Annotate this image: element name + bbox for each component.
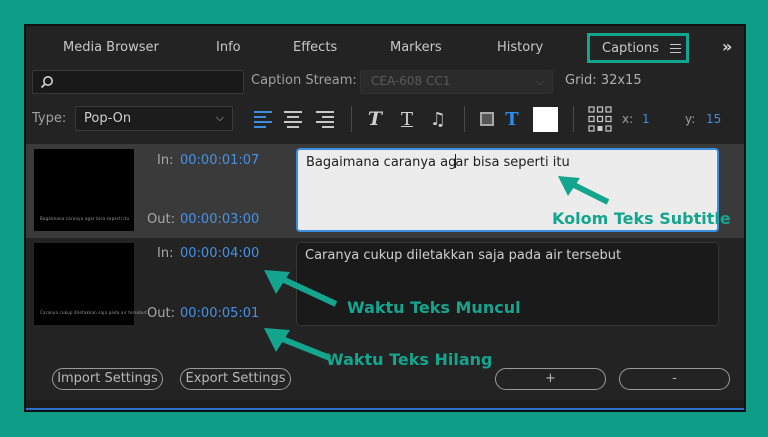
background-color-icon [480,112,494,126]
tab-captions[interactable]: Captions [587,33,689,63]
text-color-icon: T [505,108,519,130]
panel-menu-icon[interactable] [670,44,681,53]
caption-thumbnail: Caranya cukup diletakkan saja pada air t… [34,243,146,325]
align-right-button[interactable] [314,108,336,130]
align-left-button[interactable] [252,108,274,130]
out-label: Out: [147,306,175,321]
align-center-button[interactable] [282,108,304,130]
out-time[interactable]: 00:00:03:00 [180,212,259,227]
out-label: Out: [147,212,175,227]
annotation-time-appear: Waktu Teks Muncul [347,298,521,317]
align-left-icon [254,110,272,128]
caption-row[interactable]: Caranya cukup diletakkan saja pada air t… [26,238,744,332]
type-label: Type: [32,111,67,126]
chevron-down-icon: ⌵ [215,111,224,124]
background-color-button[interactable] [477,108,497,130]
color-swatch[interactable] [533,107,558,132]
music-note-icon: ♫ [429,108,447,130]
tab-info[interactable]: Info [216,40,241,55]
tab-history[interactable]: History [497,40,543,55]
annotation-time-disappear: Waktu Teks Hilang [326,350,493,369]
caption-thumbnail: Bagaimana caranya agar bisa seperti itu [34,149,134,231]
caption-stream-label: Caption Stream: [251,73,357,88]
tab-markers[interactable]: Markers [390,40,442,55]
in-label: In: [157,153,174,168]
grid-value: 32x15 [600,73,642,88]
annotation-arrow-icon [264,328,332,361]
music-note-button[interactable]: ♫ [427,108,449,130]
caption-stream-select[interactable]: CEA-608 CC1 ⌵ [360,70,553,94]
align-center-icon [284,110,302,128]
import-settings-button[interactable]: Import Settings [52,368,163,390]
underline-button[interactable]: T [396,108,418,130]
y-label: y: [685,112,696,126]
text-color-button[interactable]: T [502,108,522,130]
thumbnail-caption-preview: Bagaimana caranya agar bisa seperti itu [40,216,130,221]
toolbar-divider [351,106,352,132]
toolbar-divider [464,106,465,132]
underline-icon: T [400,108,413,130]
grid-readout: Grid: 32x15 [565,73,642,88]
export-settings-button[interactable]: Export Settings [180,368,291,390]
tab-captions-label: Captions [602,41,659,56]
toolbar-divider [573,106,574,132]
thumbnail-caption-preview: Caranya cukup diletakkan saja pada air t… [40,310,147,315]
grid-label: Grid: [565,73,597,88]
type-select-value: Pop-On [84,111,132,126]
remove-caption-button[interactable]: - [619,368,730,390]
search-input[interactable] [32,70,244,94]
search-icon [40,76,53,89]
tab-effects[interactable]: Effects [293,40,337,55]
caption-stream-value: CEA-608 CC1 [371,74,451,88]
add-caption-button[interactable]: + [495,368,606,390]
tab-overflow-icon[interactable]: » [722,37,732,56]
out-time[interactable]: 00:00:05:01 [180,306,259,321]
align-right-icon [316,110,334,128]
in-time[interactable]: 00:00:01:07 [180,153,259,168]
position-grid-icon[interactable] [588,106,612,132]
italic-button[interactable]: T [364,108,386,130]
x-label: x: [622,112,634,126]
annotation-subtitle-column: Kolom Teks Subtitle [552,209,731,228]
x-value[interactable]: 1 [642,112,650,126]
in-label: In: [157,246,174,261]
in-time[interactable]: 00:00:04:00 [180,246,259,261]
type-select[interactable]: Pop-On ⌵ [75,106,233,131]
tab-bar: Media Browser Info Effects Markers Histo… [26,26,744,70]
panel-accent-line [26,408,744,410]
y-value[interactable]: 15 [706,112,721,126]
captions-panel: Media Browser Info Effects Markers Histo… [24,24,746,412]
italic-icon: T [367,108,383,130]
annotation-arrow-icon [264,270,338,307]
chevron-down-icon: ⌵ [535,75,544,88]
tab-media-browser[interactable]: Media Browser [63,40,159,55]
panel-footer [26,400,744,408]
annotation-arrow-icon [558,176,610,205]
